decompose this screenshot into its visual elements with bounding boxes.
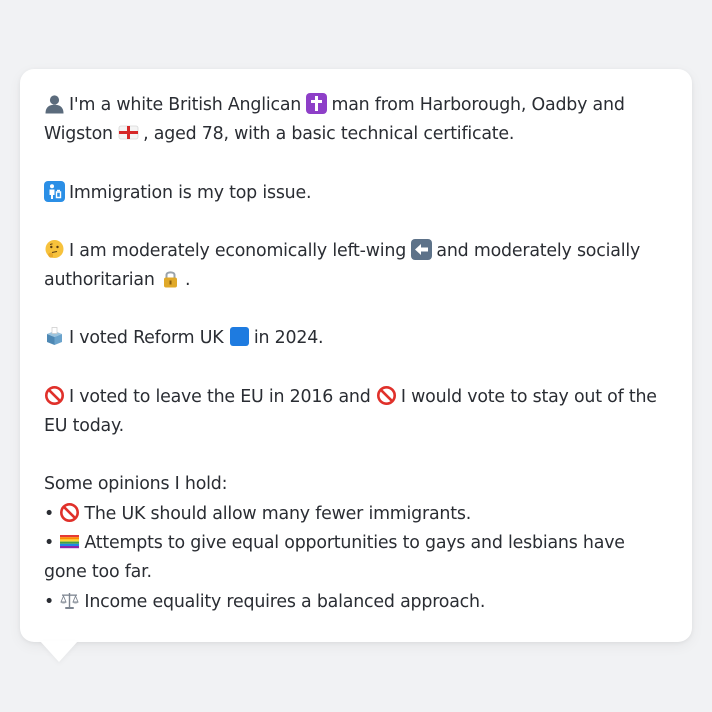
opinions-heading: Some opinions I hold:	[44, 474, 228, 495]
politics-text-3: .	[185, 270, 191, 291]
balance-scale-icon	[59, 590, 80, 611]
eu-text-1: I voted to leave the EU in 2016 and	[69, 386, 371, 407]
blue-square-icon	[229, 326, 250, 347]
opinion-item-text: Income equality requires a balanced appr…	[84, 591, 486, 612]
prohibited-icon	[376, 385, 397, 406]
opinion-item-text: The UK should allow many fewer immigrant…	[84, 503, 472, 524]
opinions-paragraph: Some opinions I hold: • The UK should al…	[44, 470, 668, 616]
opinion-item: • Attempts to give equal opportunities t…	[44, 529, 668, 588]
passport-control-icon	[44, 180, 65, 202]
identity-paragraph: I'm a white British Anglican man from Ha…	[44, 91, 668, 150]
vote-2024-paragraph: I voted Reform UK in 2024.	[44, 324, 668, 353]
latin-cross-icon	[306, 93, 328, 114]
top-issue-text: Immigration is my top issue.	[69, 182, 312, 203]
thinking-face-icon	[44, 239, 65, 260]
left-arrow-icon	[411, 238, 433, 260]
vote-2024-text-1: I voted Reform UK	[69, 328, 224, 349]
opinion-item: • Income equality requires a balanced ap…	[44, 588, 668, 617]
opinion-item-text: Attempts to give equal opportunities to …	[44, 532, 625, 583]
england-flag-icon	[118, 122, 139, 143]
opinion-item: • The UK should allow many fewer immigra…	[44, 500, 668, 529]
eu-paragraph: I voted to leave the EU in 2016 and I wo…	[44, 383, 668, 442]
ballot-box-icon	[44, 326, 65, 347]
message-bubble: I'm a white British Anglican man from Ha…	[20, 69, 692, 642]
bullet: •	[44, 532, 55, 553]
locked-padlock-icon	[160, 268, 181, 289]
person-silhouette-icon	[44, 93, 65, 114]
bullet: •	[44, 591, 55, 612]
politics-paragraph: I am moderately economically left-wing a…	[44, 237, 668, 296]
identity-text-3: , aged 78, with a basic technical certif…	[143, 124, 515, 145]
identity-text-1: I'm a white British Anglican	[69, 95, 302, 115]
politics-text-1: I am moderately economically left-wing	[69, 240, 407, 261]
rainbow-flag-icon	[59, 531, 80, 552]
top-issue-paragraph: Immigration is my top issue.	[44, 179, 668, 208]
vote-2024-text-2: in 2024.	[253, 328, 324, 349]
bubble-tail	[40, 641, 78, 662]
prohibited-icon	[44, 385, 65, 406]
prohibited-icon	[59, 502, 80, 523]
bullet: •	[44, 503, 55, 524]
